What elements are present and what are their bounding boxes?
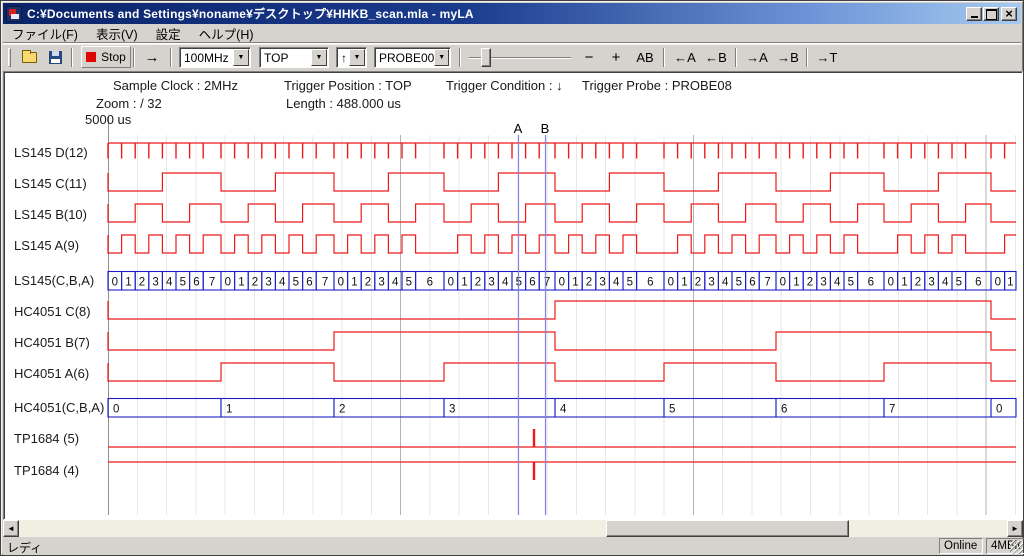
- menu-file[interactable]: ファイル(F): [3, 22, 87, 45]
- save-file-button[interactable]: [43, 46, 67, 68]
- trigger-position-combobox[interactable]: TOP ▼: [259, 47, 329, 68]
- resize-grip[interactable]: [1010, 541, 1023, 554]
- status-online-badge: Online: [939, 538, 983, 554]
- trigger-probe-combobox[interactable]: PROBE00 ▼: [374, 47, 451, 68]
- toolbar-separator: [806, 48, 808, 67]
- trigger-condition-readout: Trigger Condition : ↓: [446, 78, 563, 93]
- trigger-edge-combobox[interactable]: ↑ ▼: [336, 47, 367, 68]
- channel-label-ls145-b: LS145 B(10): [14, 207, 87, 222]
- waveform-panel[interactable]: [3, 71, 1023, 520]
- toolbar-separator: [663, 48, 665, 67]
- zoom-readout: Zoom : / 32: [96, 96, 162, 111]
- length-readout: Length : 488.000 us: [286, 96, 401, 111]
- chevron-down-icon[interactable]: ▼: [349, 49, 365, 66]
- channel-label-hc4051-bus: HC4051(C,B,A): [14, 400, 104, 415]
- toolbar-separator: [71, 48, 73, 67]
- minimize-button[interactable]: [966, 7, 982, 21]
- app-window: C:¥Documents and Settings¥noname¥デスクトップ¥…: [0, 0, 1024, 556]
- toolbar-separator: [735, 48, 737, 67]
- menu-settings[interactable]: 設定: [147, 22, 190, 45]
- zoom-slider[interactable]: [469, 47, 571, 68]
- stop-square-icon: [86, 52, 96, 62]
- app-icon: [6, 6, 22, 22]
- channel-label-tp1684-4: TP1684 (4): [14, 463, 79, 478]
- trigger-position-readout: Trigger Position : TOP: [284, 78, 412, 93]
- maximize-button[interactable]: [983, 7, 999, 21]
- grid-scale-label: 5000 us: [85, 112, 131, 127]
- menu-view[interactable]: 表示(V): [87, 22, 147, 45]
- scroll-right-arrow-icon[interactable]: ►: [1007, 520, 1023, 537]
- status-bar: レディ Online 4MBit: [3, 538, 1023, 555]
- status-ready-text: レディ: [7, 539, 42, 556]
- channel-label-hc4051-a: HC4051 A(6): [14, 366, 89, 381]
- goto-trigger-button[interactable]: →T: [814, 46, 840, 68]
- open-folder-icon: [22, 52, 37, 63]
- sample-clock-combobox[interactable]: 100MHz ▼: [179, 47, 251, 68]
- channel-label-tp1684-5: TP1684 (5): [14, 431, 79, 446]
- channel-label-ls145-c: LS145 C(11): [14, 176, 87, 191]
- save-floppy-icon: [49, 51, 62, 64]
- open-file-button[interactable]: [17, 46, 41, 68]
- trigger-probe-readout: Trigger Probe : PROBE08: [582, 78, 732, 93]
- menu-help[interactable]: ヘルプ(H): [190, 22, 263, 45]
- cursor-b-label[interactable]: B: [539, 121, 551, 136]
- scrollbar-thumb[interactable]: [606, 520, 849, 537]
- channel-label-ls145-bus: LS145(C,B,A): [14, 273, 94, 288]
- run-arrow-icon: →: [145, 49, 160, 66]
- menu-bar: ファイル(F) 表示(V) 設定 ヘルプ(H): [3, 24, 1021, 43]
- zoom-in-button[interactable]: +: [604, 46, 628, 68]
- close-button[interactable]: [1001, 7, 1017, 21]
- chevron-down-icon[interactable]: ▼: [434, 49, 449, 66]
- window-title: C:¥Documents and Settings¥noname¥デスクトップ¥…: [27, 5, 474, 22]
- move-cursor-b-button[interactable]: →B: [774, 46, 802, 68]
- toolbar-separator: [170, 48, 172, 67]
- stop-button[interactable]: Stop: [81, 46, 131, 68]
- sample-clock-readout: Sample Clock : 2MHz: [113, 78, 238, 93]
- toolbar-separator: [133, 48, 135, 67]
- horizontal-scrollbar[interactable]: ◄ ►: [3, 520, 1023, 537]
- channel-label-hc4051-b: HC4051 B(7): [14, 335, 90, 350]
- toolbar: Stop → 100MHz ▼ TOP ▼ ↑ ▼ PROBE00 ▼ − + …: [3, 44, 1021, 71]
- zoom-slider-thumb[interactable]: [481, 48, 491, 67]
- chevron-down-icon[interactable]: ▼: [311, 49, 327, 66]
- move-cursor-a-button[interactable]: →A: [743, 46, 771, 68]
- scroll-left-arrow-icon[interactable]: ◄: [3, 520, 19, 537]
- channel-label-ls145-d: LS145 D(12): [14, 145, 88, 160]
- chevron-down-icon[interactable]: ▼: [233, 49, 249, 66]
- goto-cursor-b-button[interactable]: ←B: [702, 46, 730, 68]
- channel-label-hc4051-c: HC4051 C(8): [14, 304, 91, 319]
- run-button[interactable]: →: [139, 46, 165, 68]
- zoom-out-button[interactable]: −: [577, 46, 601, 68]
- toolbar-grip[interactable]: [8, 48, 11, 67]
- toolbar-separator: [459, 48, 461, 67]
- zoom-ab-button[interactable]: AB: [632, 46, 658, 68]
- channel-label-ls145-a: LS145 A(9): [14, 238, 79, 253]
- cursor-a-label[interactable]: A: [512, 121, 524, 136]
- goto-cursor-a-button[interactable]: ←A: [671, 46, 699, 68]
